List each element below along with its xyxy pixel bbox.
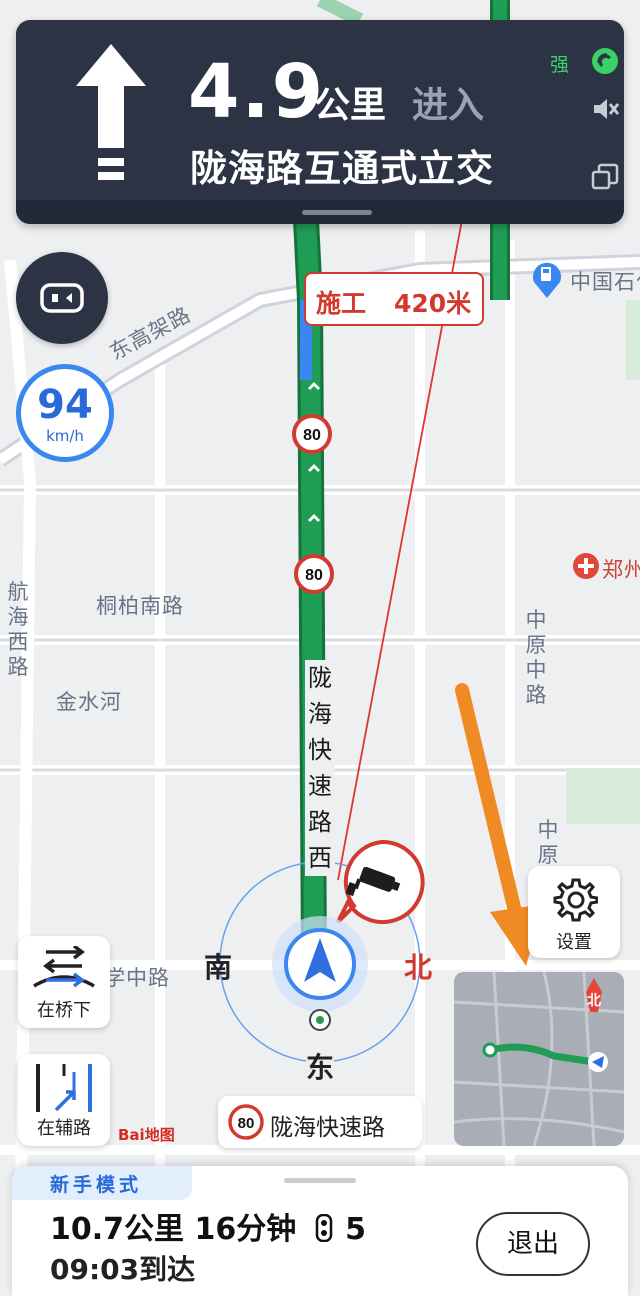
construction-distance: 420米 xyxy=(394,289,472,318)
gps-signal-icon xyxy=(592,48,618,74)
compass-south: 南 xyxy=(204,951,233,984)
traffic-light-count: 5 xyxy=(345,1212,366,1247)
traffic-light-icon xyxy=(315,1213,332,1243)
hospital-icon[interactable] xyxy=(572,552,600,580)
map-label-longhai-expressway: 陇海快速路西 xyxy=(305,660,335,876)
svg-text:80: 80 xyxy=(303,427,321,444)
construction-label: 施工 xyxy=(316,289,367,318)
guidance-unit: 公里 xyxy=(314,85,387,126)
current-road-tag: 80 陇海快速路 xyxy=(218,1096,422,1148)
current-speed-value: 94 xyxy=(37,382,93,428)
poi-sinopec[interactable]: 中国石化 xyxy=(570,266,640,296)
route-overview-minimap[interactable]: 北 xyxy=(454,972,624,1146)
route-origin-dot xyxy=(309,1009,331,1031)
map-label-jinshui: 金水河 xyxy=(56,690,122,714)
current-speed-indicator: 94 km/h xyxy=(16,364,114,462)
poi-zheng[interactable]: 郑州 xyxy=(602,554,640,584)
current-speed-unit: km/h xyxy=(46,427,84,445)
gas-station-icon[interactable] xyxy=(530,258,564,300)
mute-icon[interactable] xyxy=(590,94,620,124)
straight-arrow-icon xyxy=(76,44,146,180)
novice-mode-badge[interactable]: 新手模式 xyxy=(12,1166,192,1200)
side-road-button[interactable]: 在辅路 xyxy=(18,1054,110,1146)
svg-text:80: 80 xyxy=(238,1115,255,1132)
gear-icon xyxy=(553,878,598,922)
map-label-tongbai: 桐柏南路 xyxy=(96,594,184,618)
guidance-action: 进入 xyxy=(412,85,485,126)
settings-label: 设置 xyxy=(556,932,592,953)
under-bridge-label: 在桥下 xyxy=(37,1000,91,1021)
side-road-label: 在辅路 xyxy=(37,1118,91,1139)
construction-warning[interactable]: 施工 420米 xyxy=(304,272,484,326)
trip-distance-time: 10.7公里 16分钟 xyxy=(50,1212,297,1247)
trip-panel-handle[interactable] xyxy=(284,1178,356,1183)
svg-text:80: 80 xyxy=(305,567,323,584)
arrival-time: 09:03到达 xyxy=(50,1253,196,1286)
exit-label: 退出 xyxy=(506,1229,559,1259)
map-label-zhongyuan: 中原中路 xyxy=(525,608,547,707)
overview-icon[interactable] xyxy=(590,162,620,192)
traffic-camera-icon[interactable] xyxy=(334,836,430,926)
map-label-zhongyuan-2: 中原 xyxy=(537,818,559,867)
guidance-distance: 4.9 xyxy=(188,49,326,135)
side-road-icon xyxy=(36,1064,92,1112)
exit-navigation-button[interactable]: 退出 xyxy=(476,1212,590,1276)
settings-button[interactable]: 设置 xyxy=(528,866,620,958)
speed-limit-sign: 80 xyxy=(294,554,334,594)
bridge-icon xyxy=(33,946,95,988)
compass-east: 东 xyxy=(306,1046,335,1086)
novice-mode-label: 新手模式 xyxy=(50,1174,143,1196)
map-label-xue: 学中路 xyxy=(104,966,170,990)
vehicle-position-icon xyxy=(272,916,368,1012)
guidance-road-name: 陇海路互通式立交 xyxy=(190,147,494,190)
guidance-panel-handle[interactable] xyxy=(302,210,372,215)
hud-icon xyxy=(40,283,84,313)
baidu-map-logo: Bai地图 xyxy=(118,1126,175,1144)
map-label-hanghai: 航海西路 xyxy=(7,580,29,679)
current-road-name: 陇海快速路 xyxy=(270,1115,385,1141)
speed-limit-sign: 80 xyxy=(228,1104,264,1140)
under-bridge-button[interactable]: 在桥下 xyxy=(18,936,110,1028)
turn-guidance-panel[interactable]: 4.9 公里 进入 陇海路互通式立交 强 xyxy=(16,20,624,224)
minimap-north: 北 xyxy=(587,993,601,1009)
compass-north: 北 xyxy=(404,951,433,984)
gps-signal-label: 强 xyxy=(550,54,570,76)
speed-limit-sign: 80 xyxy=(292,414,332,454)
hud-toggle-button[interactable] xyxy=(16,252,108,344)
trip-summary: 10.7公里 16分钟 5 xyxy=(50,1204,366,1248)
